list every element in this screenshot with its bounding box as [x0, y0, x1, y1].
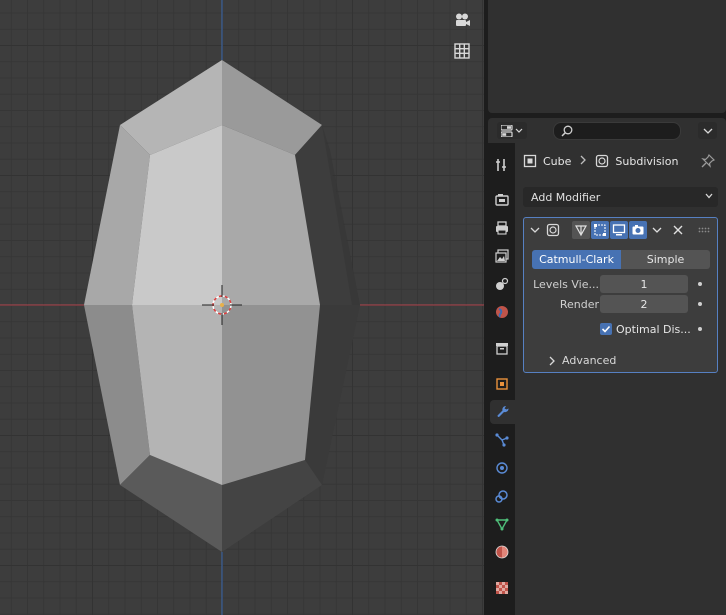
tool-icon	[496, 159, 506, 171]
drag-handle-icon[interactable]	[698, 227, 710, 233]
add-modifier-label: Add Modifier	[531, 190, 601, 204]
world-icon	[496, 306, 508, 318]
render-icon	[495, 194, 509, 206]
ortho-grid-icon[interactable]	[450, 39, 474, 63]
tab-render[interactable]	[490, 188, 514, 212]
image-stack-icon	[495, 249, 509, 263]
checkmark-icon	[601, 325, 611, 333]
keyframe-dot-icon[interactable]	[698, 302, 702, 306]
search-input[interactable]	[553, 122, 681, 140]
tab-material[interactable]	[490, 540, 514, 564]
header-options-button[interactable]	[698, 122, 717, 139]
render-levels-field[interactable]: 2	[600, 295, 688, 313]
breadcrumb-object: Cube	[543, 154, 572, 168]
levels-viewport-label: Levels Vie...	[533, 278, 599, 291]
tab-physics[interactable]	[490, 456, 514, 480]
render-levels-row: Render 2	[524, 295, 717, 314]
chevron-down-icon	[652, 227, 662, 233]
tab-view-layer[interactable]	[490, 244, 514, 268]
search-icon	[561, 125, 573, 137]
optimal-display-row: Optimal Dis...	[524, 320, 717, 339]
add-modifier-dropdown[interactable]: Add Modifier	[523, 187, 718, 207]
optimal-display-checkbox[interactable]	[600, 323, 612, 335]
catmull-clark-option[interactable]: Catmull-Clark	[532, 250, 621, 269]
mesh-vertices-icon	[574, 225, 588, 237]
chevron-right-icon	[549, 356, 555, 365]
simple-option[interactable]: Simple	[621, 250, 710, 269]
camera-view-icon[interactable]	[450, 9, 474, 33]
subdivision-modifier-icon	[546, 223, 560, 237]
3d-viewport[interactable]	[0, 0, 484, 615]
breadcrumb-separator-icon	[580, 155, 587, 168]
outliner-area[interactable]	[488, 0, 726, 113]
properties-editor-icon	[501, 124, 523, 137]
optimal-display-label: Optimal Dis...	[616, 323, 691, 336]
breadcrumb-modifier: Subdivision	[615, 154, 679, 168]
tab-constraints[interactable]	[490, 484, 514, 508]
chevron-down-icon	[703, 128, 712, 134]
edit-mode-icon	[594, 224, 606, 236]
pin-icon[interactable]	[700, 153, 716, 172]
printer-icon	[496, 221, 508, 235]
modifier-header	[524, 218, 717, 242]
tab-collection[interactable]	[490, 336, 514, 360]
editor-type-button[interactable]	[497, 122, 527, 139]
render-toggle[interactable]	[629, 221, 647, 239]
levels-viewport-field[interactable]: 1	[600, 275, 688, 293]
camera-icon	[632, 225, 644, 235]
tab-object[interactable]	[490, 372, 514, 396]
on-cage-toggle[interactable]	[572, 221, 590, 239]
subdivision-modifier-icon	[596, 154, 609, 168]
advanced-subpanel-toggle[interactable]: Advanced	[548, 354, 616, 367]
tab-output[interactable]	[490, 216, 514, 240]
object-icon	[496, 378, 508, 390]
render-levels-label: Render	[559, 298, 599, 311]
keyframe-dot-icon[interactable]	[698, 327, 702, 331]
advanced-label: Advanced	[562, 354, 617, 367]
viewport-display-toggle[interactable]	[610, 221, 628, 239]
breadcrumb: Cube Subdivision	[523, 153, 678, 169]
levels-viewport-row: Levels Vie... 1	[524, 275, 717, 294]
tab-tool[interactable]	[490, 153, 514, 177]
tab-modifiers[interactable]	[490, 400, 515, 424]
modifier-toggles	[572, 221, 666, 239]
close-icon[interactable]	[672, 224, 684, 236]
edit-mode-toggle[interactable]	[591, 221, 609, 239]
properties-tabs	[488, 143, 515, 615]
particles-icon	[495, 433, 509, 447]
constraint-icon	[495, 490, 508, 503]
modifier-options-button[interactable]	[648, 221, 666, 239]
properties-panel: Cube Subdivision Add Modifier Catmull-Cl…	[515, 143, 726, 615]
scene-canvas[interactable]	[0, 0, 484, 615]
tab-world[interactable]	[490, 300, 514, 324]
keyframe-dot-icon[interactable]	[698, 282, 702, 286]
wrench-icon	[496, 405, 509, 418]
chevron-down-icon	[705, 193, 713, 199]
texture-icon	[496, 582, 508, 594]
physics-icon	[496, 462, 508, 474]
properties-header	[488, 118, 726, 143]
object-icon	[523, 154, 537, 168]
tab-data[interactable]	[490, 512, 514, 536]
tab-particles[interactable]	[490, 428, 514, 452]
tab-texture[interactable]	[490, 576, 514, 600]
subdivision-type-selector: Catmull-Clark Simple	[532, 250, 710, 269]
mesh-data-icon	[495, 518, 509, 531]
tab-scene[interactable]	[490, 272, 514, 296]
material-icon	[495, 545, 509, 559]
monitor-icon	[612, 224, 626, 236]
scene-icon	[496, 277, 509, 290]
subdivision-modifier-panel: Catmull-Clark Simple Levels Vie... 1 Ren…	[523, 217, 718, 373]
collapse-chevron-icon[interactable]	[530, 225, 540, 235]
collection-icon	[496, 343, 508, 355]
